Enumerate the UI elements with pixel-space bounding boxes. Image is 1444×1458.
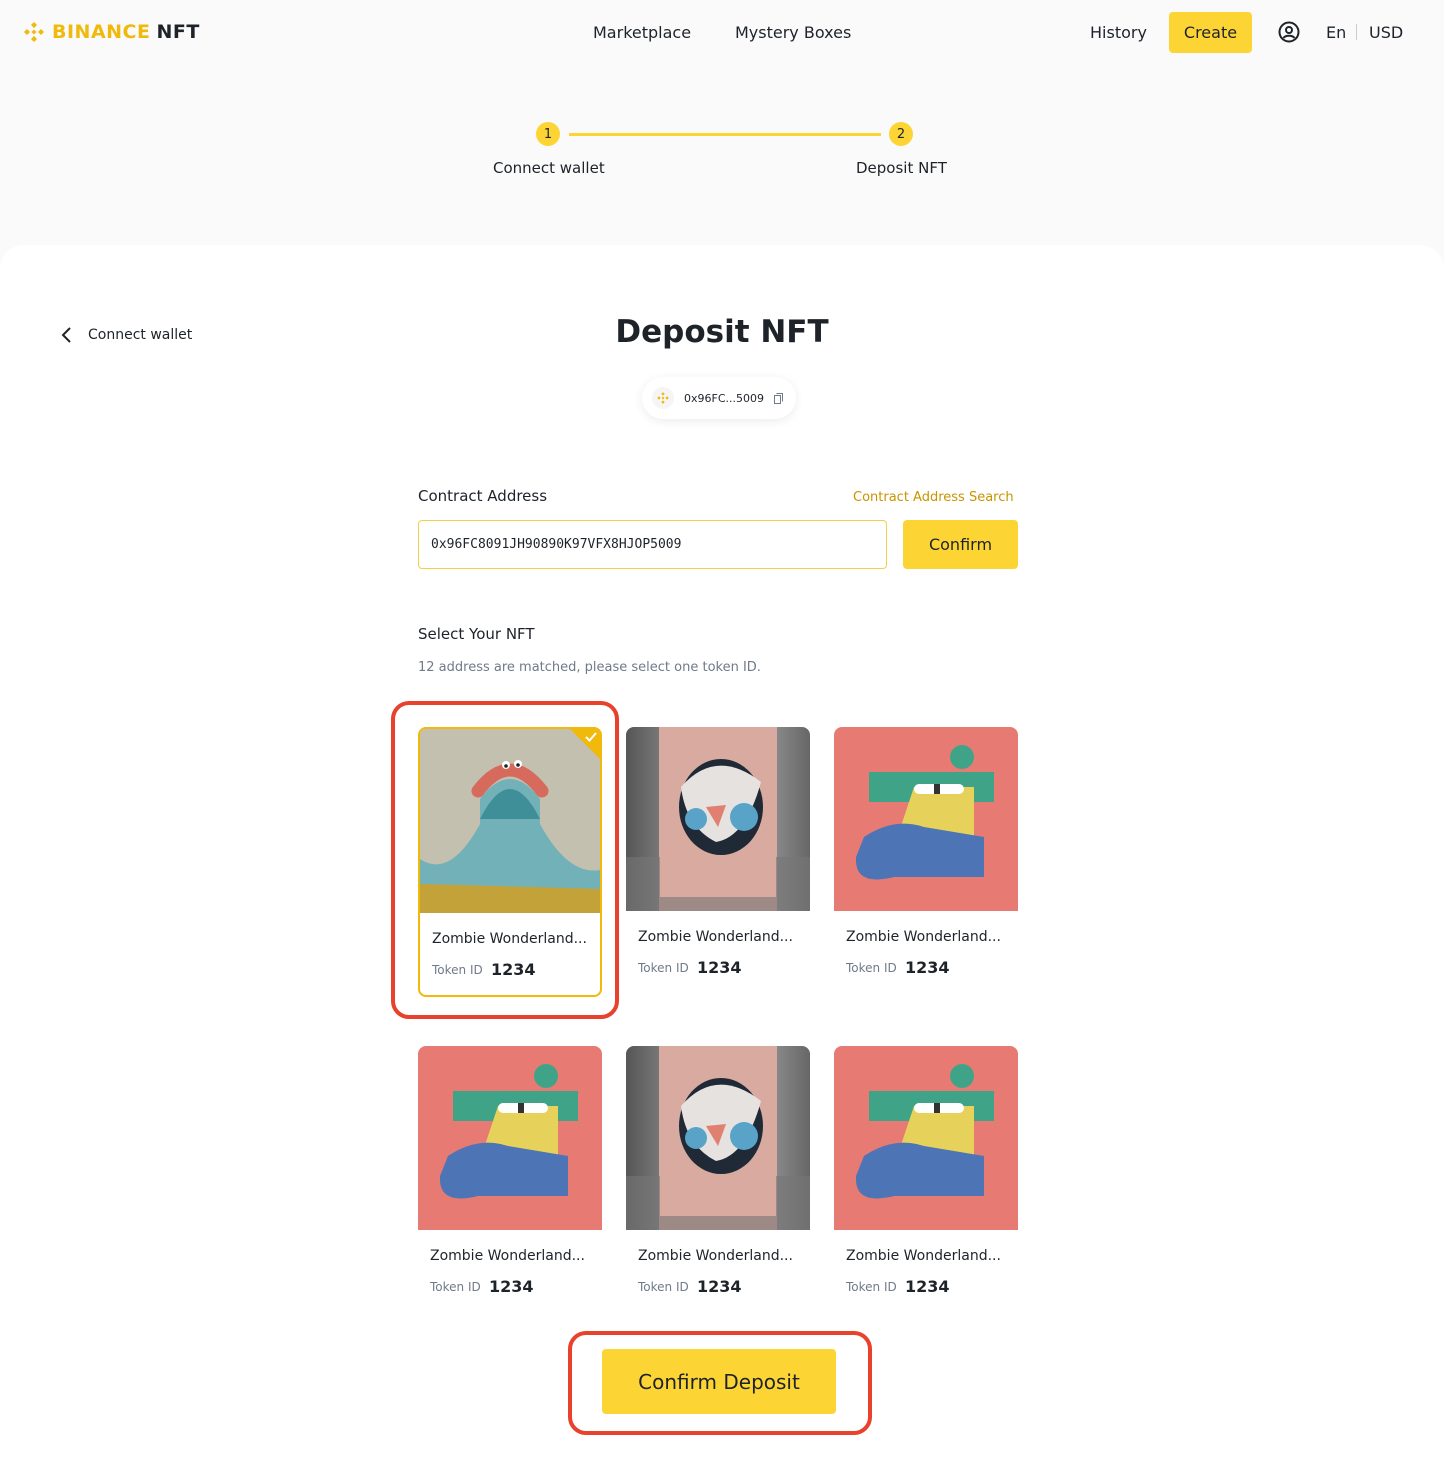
select-nft-hint: 12 address are matched, please select on… [418,660,761,675]
wallet-address: 0x96FC...5009 [684,391,764,405]
nft-card[interactable]: Zombie Wonderland... Token ID 1234 [418,1046,602,1316]
contract-address-label: Contract Address [418,487,548,505]
token-id-label: Token ID [846,1280,897,1294]
nft-name: Zombie Wonderland... [846,1248,1001,1264]
nft-card[interactable]: Zombie Wonderland... Token ID 1234 [626,727,810,997]
token-id-value: 1234 [697,1277,742,1296]
token-id-value: 1234 [905,1277,950,1296]
token-id-label: Token ID [846,961,897,975]
nft-card[interactable]: Zombie Wonderland... Token ID 1234 [834,1046,1018,1316]
token-id-label: Token ID [638,961,689,975]
step-1-label: Connect wallet [493,159,605,177]
nft-name: Zombie Wonderland... [638,1248,793,1264]
nft-card[interactable]: Zombie Wonderland... Token ID 1234 [626,1046,810,1316]
nft-image [626,1046,810,1230]
nft-image [626,727,810,911]
token-id-value: 1234 [489,1277,534,1296]
nft-image [834,1046,1018,1230]
language-selector[interactable]: En [1326,23,1346,42]
wallet-chip: 0x96FC...5009 [642,377,796,419]
nav-history[interactable]: History [1090,23,1147,42]
copy-icon[interactable] [774,392,783,404]
nft-image [418,1046,602,1230]
nft-name: Zombie Wonderland... [638,929,793,945]
nft-card[interactable]: Zombie Wonderland... Token ID 1234 [834,727,1018,997]
bnb-icon [652,387,674,409]
step-2-label: Deposit NFT [856,159,947,177]
nft-name: Zombie Wonderland... [430,1248,585,1264]
annotation-highlight-selected [391,701,619,1019]
token-id-value: 1234 [905,958,950,977]
step-2-number: 2 [889,122,913,146]
contract-address-search-link[interactable]: Contract Address Search [853,490,1014,505]
nav-mystery-boxes[interactable]: Mystery Boxes [735,23,851,42]
nft-image [834,727,1018,911]
binance-logo-icon [24,22,44,42]
logo[interactable]: BINANCE NFT [22,20,200,44]
nft-name: Zombie Wonderland... [846,929,1001,945]
create-button[interactable]: Create [1169,12,1252,53]
select-nft-title: Select Your NFT [418,625,535,643]
page-title: Deposit NFT [615,314,829,350]
header: BINANCE NFT Marketplace Mystery Boxes Hi… [0,0,1444,65]
user-account-icon[interactable] [1278,21,1300,43]
step-progress-line [569,133,881,136]
divider [1356,24,1357,40]
token-id-label: Token ID [430,1280,481,1294]
step-1-number: 1 [536,122,560,146]
logo-suffix: NFT [156,21,200,43]
annotation-highlight-confirm [568,1331,872,1435]
logo-brand: BINANCE [52,21,151,43]
contract-address-input[interactable] [418,520,887,569]
token-id-value: 1234 [697,958,742,977]
currency-selector[interactable]: USD [1369,23,1403,42]
confirm-button[interactable]: Confirm [903,520,1018,569]
nav-marketplace[interactable]: Marketplace [593,23,691,42]
token-id-label: Token ID [638,1280,689,1294]
